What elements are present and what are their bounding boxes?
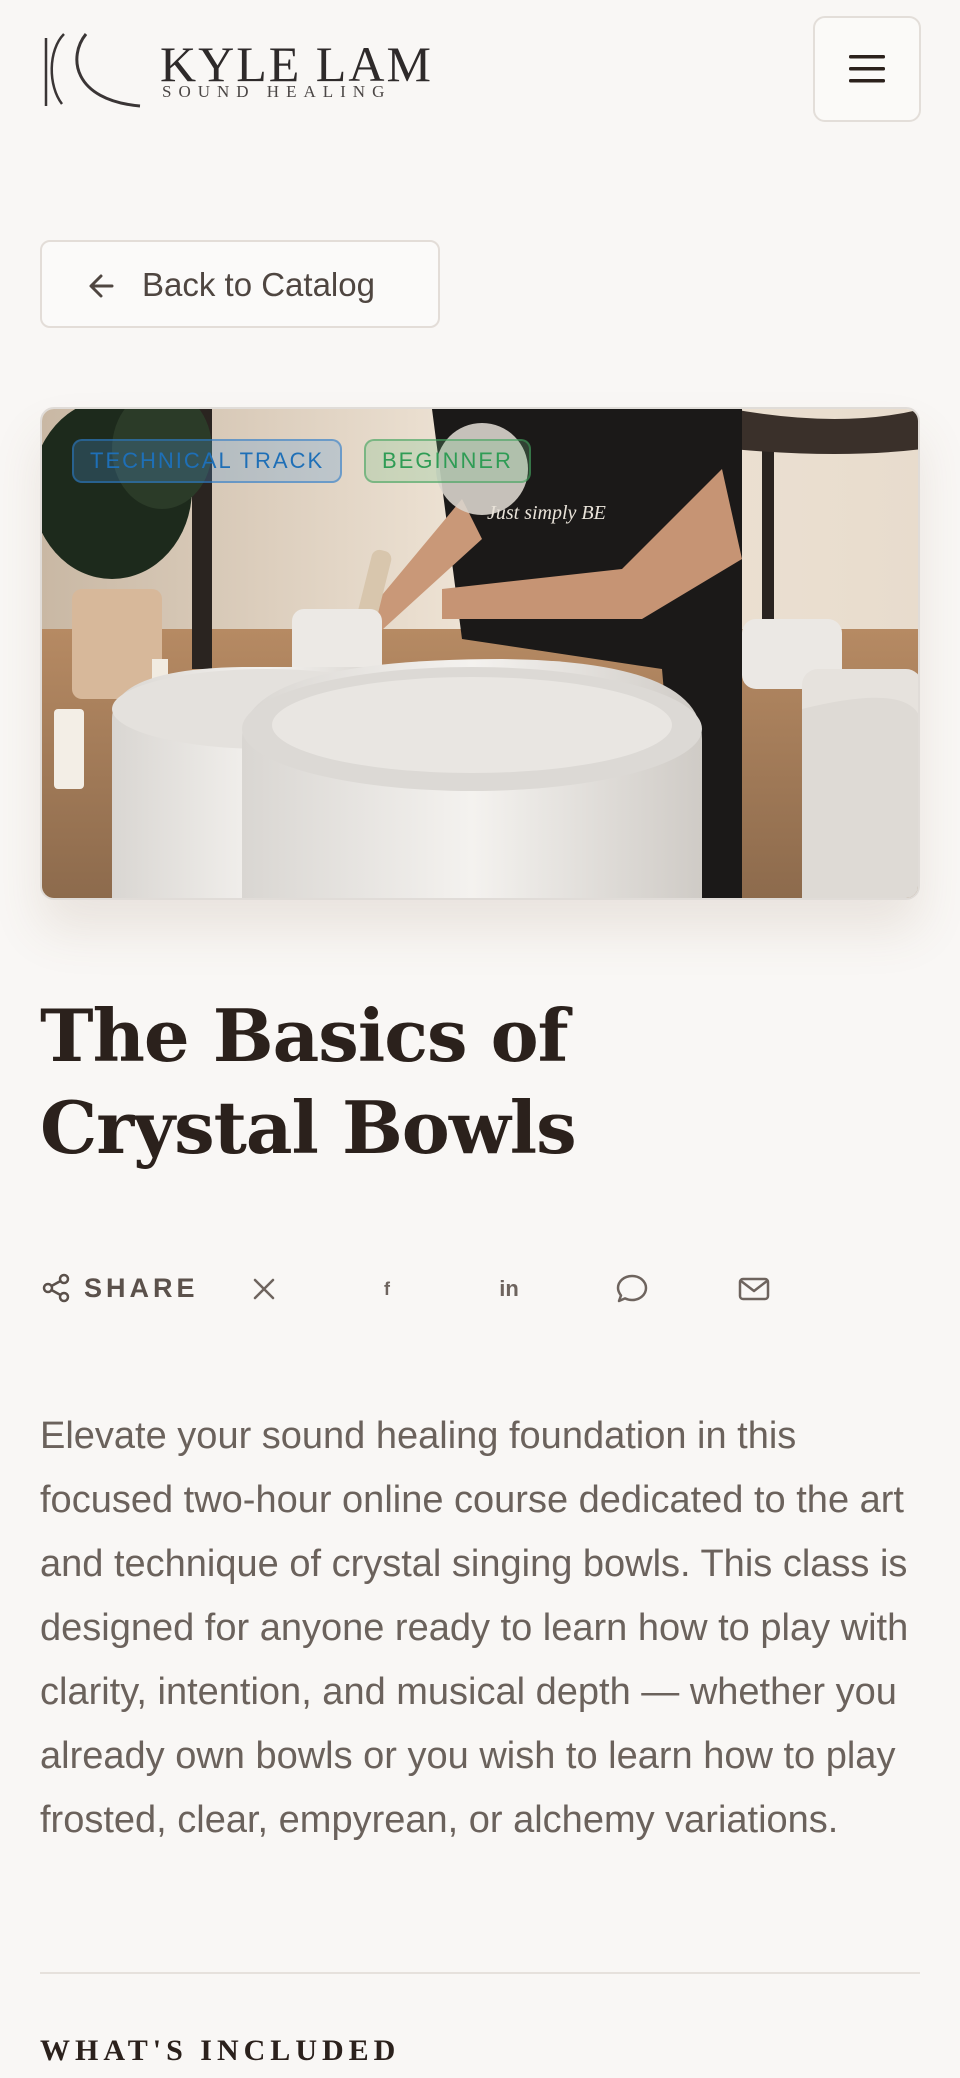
brand-logo[interactable]: KYLE LAM SOUND HEALING [42, 30, 431, 110]
course-title-line-1: The Basics of [40, 993, 569, 1078]
course-title-line-2: Crystal Bowls [40, 1085, 577, 1170]
email-icon [738, 1277, 770, 1301]
course-description: Elevate your sound healing foundation in… [40, 1415, 909, 1841]
x-twitter-icon [253, 1278, 275, 1300]
whats-included-heading: WHAT'S INCLUDED [40, 2034, 401, 2067]
tag-technical-track: TECHNICAL TRACK [72, 439, 343, 483]
course-title: The Basics of Crystal Bowls [40, 990, 577, 1174]
menu-button[interactable] [813, 16, 921, 122]
logo-mark-icon [44, 33, 141, 108]
section-divider [40, 1972, 920, 1974]
back-to-catalog-button[interactable]: Back to Catalog [40, 240, 440, 328]
share-facebook-button[interactable]: f [370, 1272, 404, 1306]
share-message-button[interactable] [615, 1272, 649, 1306]
share-bar: SHARE f in [40, 1266, 920, 1310]
share-icon [42, 1273, 70, 1303]
course-hero-image: Just simply BE TECHNICAL TRACK BEGINNER [40, 407, 920, 900]
site-header: KYLE LAM SOUND HEALING [0, 0, 960, 140]
message-icon [616, 1274, 648, 1303]
brand-tagline: SOUND HEALING [162, 82, 392, 101]
share-linkedin-button[interactable]: in [492, 1272, 526, 1306]
linkedin-icon: in [499, 1276, 519, 1301]
hamburger-menu-icon [849, 55, 885, 83]
back-button-label: Back to Catalog [142, 266, 375, 303]
facebook-icon: f [384, 1278, 390, 1299]
arrow-left-icon [89, 274, 114, 298]
shirt-text: Just simply BE [487, 502, 606, 524]
share-email-button[interactable] [737, 1272, 771, 1306]
share-x-button[interactable] [247, 1272, 281, 1306]
share-text: SHARE [84, 1272, 199, 1303]
tag-beginner: BEGINNER [364, 439, 531, 483]
share-label: SHARE [40, 1266, 199, 1310]
